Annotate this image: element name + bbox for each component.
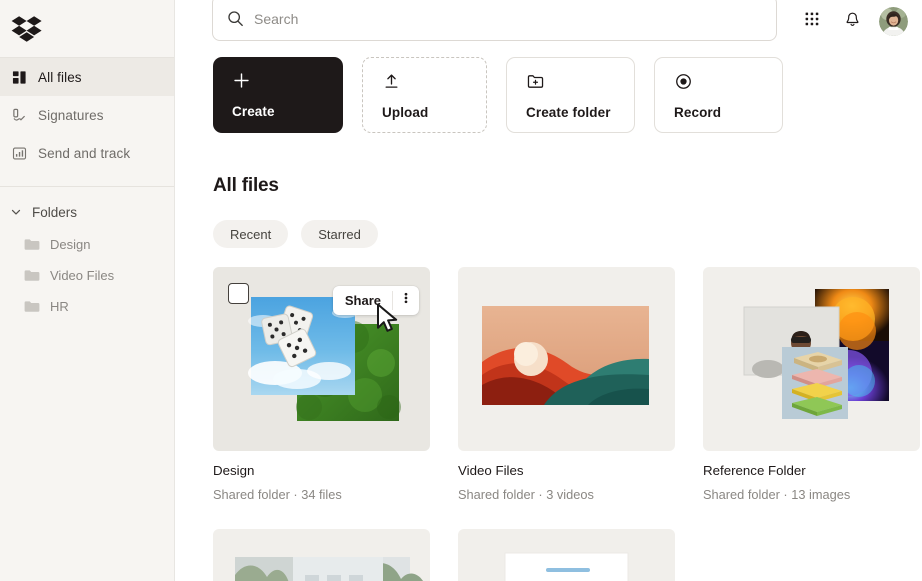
file-card-name[interactable]: Reference Folder [703, 463, 920, 478]
app-window: All files Signatures Send and track Fold… [0, 0, 922, 581]
top-bar [175, 0, 922, 45]
upload-button-label: Upload [382, 105, 429, 120]
send-and-track-icon [11, 145, 27, 161]
file-card[interactable] [458, 529, 675, 581]
main-content: Create Upload Create f [175, 0, 922, 581]
file-card[interactable] [213, 529, 430, 581]
file-card[interactable]: Reference Folder Shared folder · 13 imag… [703, 267, 920, 502]
more-vertical-icon [399, 291, 413, 310]
thumbnail-art-sunset-wave [458, 267, 675, 451]
upload-button[interactable]: Upload [362, 57, 487, 133]
sidebar-item-send-and-track[interactable]: Send and track [0, 134, 174, 172]
file-card[interactable]: Video Files Shared folder · 3 videos [458, 267, 675, 502]
sidebar-nav: All files Signatures Send and track [0, 58, 174, 172]
bell-icon [844, 11, 861, 33]
upload-arrow-icon [382, 71, 486, 92]
sidebar-item-label: Signatures [38, 107, 104, 123]
create-folder-button[interactable]: Create folder [506, 57, 635, 133]
file-thumbnail[interactable] [458, 529, 675, 581]
folders-section-label: Folders [32, 204, 78, 220]
dropbox-logo-link[interactable] [0, 0, 174, 57]
thumbnail-art-photo-stack [703, 267, 920, 451]
create-button-label: Create [232, 104, 275, 119]
share-menu: Share [332, 286, 419, 315]
file-card[interactable]: Share Design Shared folder · 34 files [213, 267, 430, 502]
sidebar-divider-folders [0, 186, 174, 187]
sidebar-item-label: Send and track [38, 145, 131, 161]
all-files-icon [11, 69, 27, 85]
file-card-meta: Shared folder · 3 videos [458, 487, 594, 502]
sidebar-item-label: All files [38, 69, 82, 85]
folder-icon [24, 238, 40, 252]
search-bar[interactable] [212, 0, 777, 41]
folder-plus-icon [526, 71, 634, 92]
file-card-meta: Shared folder · 13 images [703, 487, 851, 502]
file-thumbnail[interactable]: Share [213, 267, 430, 451]
record-button-label: Record [674, 105, 722, 120]
filter-chip-starred[interactable]: Starred [301, 220, 378, 248]
page-title: All files [213, 175, 279, 196]
folder-label: Design [50, 237, 91, 252]
grid-apps-icon [804, 11, 820, 32]
record-dot-icon [674, 71, 782, 92]
dropbox-logo [11, 15, 43, 43]
notifications-button[interactable] [839, 9, 865, 35]
quick-actions: Create Upload Create folder Record [213, 57, 783, 133]
folder-label: HR [50, 299, 69, 314]
folder-icon [24, 269, 40, 283]
sidebar-item-signatures[interactable]: Signatures [0, 96, 174, 134]
sidebar-folder-design[interactable]: Design [0, 229, 174, 260]
filter-chips: Recent Starred [213, 220, 378, 248]
signature-icon [11, 107, 27, 123]
file-card-name[interactable]: Design [213, 463, 430, 478]
file-thumbnail[interactable] [458, 267, 675, 451]
create-folder-button-label: Create folder [526, 105, 611, 120]
folder-label: Video Files [50, 268, 115, 283]
file-thumbnail[interactable] [213, 529, 430, 581]
file-card-meta: Shared folder · 34 files [213, 487, 342, 502]
sidebar-folder-video-files[interactable]: Video Files [0, 260, 174, 291]
chevron-down-icon [9, 205, 23, 219]
file-grid: Share Design Shared folder · 34 files Vi… [213, 267, 922, 581]
search-icon [227, 10, 244, 27]
sidebar: All files Signatures Send and track Fold… [0, 0, 175, 581]
plus-icon [232, 70, 343, 91]
folders-section-toggle[interactable]: Folders [0, 195, 174, 229]
search-input[interactable] [254, 9, 762, 27]
apps-grid-button[interactable] [799, 9, 825, 35]
file-card-name[interactable]: Video Files [458, 463, 675, 478]
avatar[interactable] [879, 7, 908, 36]
more-options-button[interactable] [393, 286, 419, 315]
header-actions [799, 7, 908, 36]
sidebar-item-all-files[interactable]: All files [0, 58, 174, 96]
thumbnail-art-document-page [458, 529, 675, 581]
record-button[interactable]: Record [654, 57, 783, 133]
share-button[interactable]: Share [333, 286, 392, 315]
sidebar-folder-hr[interactable]: HR [0, 291, 174, 322]
thumbnail-art-building-trees [213, 529, 430, 581]
file-thumbnail[interactable] [703, 267, 920, 451]
create-button[interactable]: Create [213, 57, 343, 133]
filter-chip-recent[interactable]: Recent [213, 220, 289, 248]
checkbox-unchecked-icon[interactable] [228, 283, 249, 304]
folder-icon [24, 300, 40, 314]
